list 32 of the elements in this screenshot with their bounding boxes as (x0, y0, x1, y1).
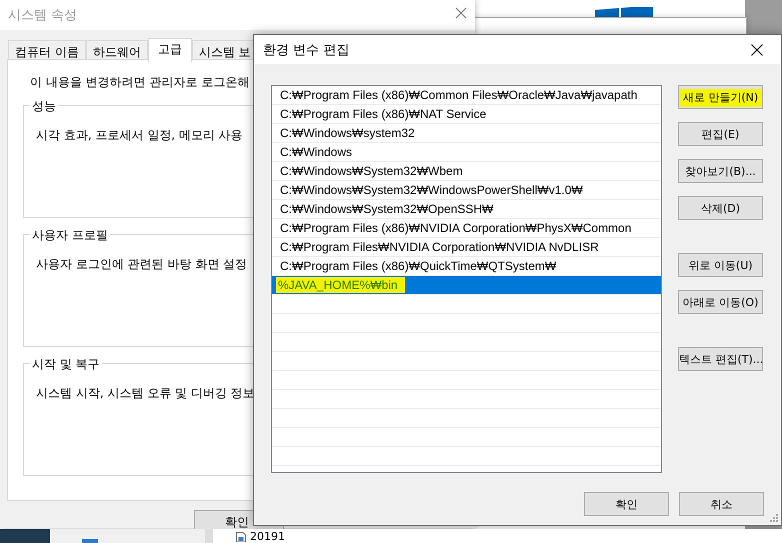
list-item[interactable]: C:₩Program Files (x86)₩Common Files₩Oracle₩Java₩javapath (272, 86, 661, 105)
group-description: 시각 효과, 프로세서 일정, 메모리 사용 (36, 127, 243, 144)
group-title: 성능 (30, 98, 58, 115)
group-description: 시스템 시작, 시스템 오류 및 디버깅 정보 (36, 385, 255, 402)
list-item[interactable]: C:₩Windows₩System32₩Wbem (272, 162, 661, 181)
group-title: 시작 및 복구 (30, 356, 102, 373)
tab[interactable]: 고급 (148, 38, 192, 62)
close-icon[interactable] (751, 44, 763, 56)
window-title: 시스템 속성 (8, 7, 78, 24)
group-description: 사용자 로그인에 관련된 바탕 화면 설정 (36, 256, 248, 273)
cancel-button[interactable]: 취소 (679, 492, 764, 516)
action-button[interactable]: 텍스트 편집(T)... (678, 347, 763, 371)
ok-button[interactable]: 확인 (584, 492, 669, 516)
group-title: 사용자 프로필 (30, 227, 110, 244)
action-button[interactable]: 삭제(D) (678, 196, 763, 220)
action-button[interactable]: 찾아보기(B)... (678, 159, 763, 183)
list-item[interactable]: C:₩Program Files₩NVIDIA Corporation₩NVIDIA NvDLISR (272, 238, 661, 257)
action-button[interactable]: 편집(E) (678, 122, 763, 146)
list-item[interactable]: C:₩Windows₩System32₩WindowsPowerShell₩v1.0₩ (272, 181, 661, 200)
list-item[interactable]: C:₩Program Files (x86)₩NVIDIA Corporation₩PhysX₩Common (272, 219, 661, 238)
list-item[interactable]: C:₩Windows (272, 143, 661, 162)
notice-text: 이 내용을 변경하려면 관리자로 로그온해 (30, 74, 250, 91)
list-item[interactable]: C:₩Program Files (x86)₩NAT Service (272, 105, 661, 124)
resize-grip-icon[interactable] (769, 513, 778, 522)
list-item[interactable]: C:₩Windows₩system32 (272, 124, 661, 143)
action-button[interactable]: 아래로 이동(O) (678, 290, 763, 314)
action-button[interactable]: 위로 이동(U) (678, 253, 763, 277)
window-title: 환경 변수 편집 (263, 42, 350, 59)
action-button[interactable]: 새로 만들기(N) (678, 85, 763, 109)
list-item[interactable]: %JAVA_HOME%₩bin (272, 276, 661, 295)
list-item[interactable]: C:₩Windows₩System32₩OpenSSH₩ (272, 200, 661, 219)
desktop-icon (82, 539, 98, 543)
